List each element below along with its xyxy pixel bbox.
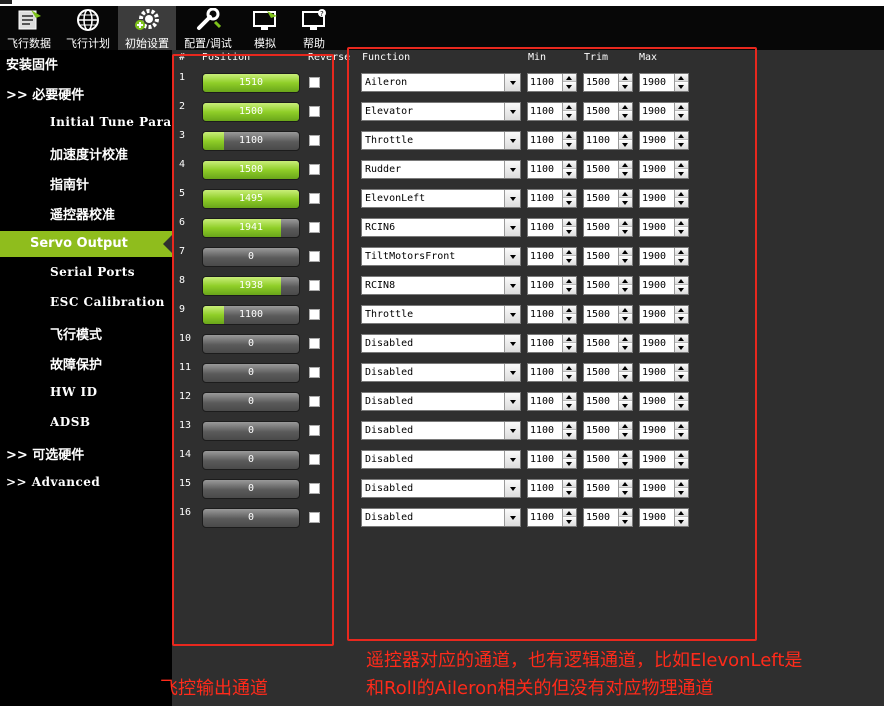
toolbar-config-tuning-button[interactable]: 配置/调试 xyxy=(178,6,238,50)
toolbar-label: 配置/调试 xyxy=(184,37,232,50)
sidebar-item-advanced[interactable]: >> Advanced xyxy=(6,475,178,489)
top-toolbar: 飞行数据 飞行计划 初始设置 配置/调试 模拟 ? 帮助 xyxy=(0,0,884,50)
sidebar-item-optional-hardware[interactable]: >> 可选硬件 xyxy=(6,444,178,463)
flight-plan-globe-icon xyxy=(77,9,99,31)
sidebar-item-mandatory-hardware[interactable]: >> 必要硬件 xyxy=(6,84,178,103)
toolbar-help-button[interactable]: ? 帮助 xyxy=(292,6,336,50)
flight-data-icon xyxy=(18,10,41,30)
annotation-caption-functions-line1: 遥控器对应的通道，也有逻辑通道，比如ElevonLeft是 xyxy=(366,650,803,671)
sidebar-item-install-firmware[interactable]: 安装固件 xyxy=(6,54,178,73)
initial-setup-gear-icon xyxy=(135,9,159,30)
svg-text:?: ? xyxy=(320,10,324,18)
sidebar-item-label: Servo Output xyxy=(30,236,128,251)
toolbar-flight-data-button[interactable]: 飞行数据 xyxy=(0,6,58,50)
simulation-monitor-icon xyxy=(253,11,277,30)
annotation-caption-functions-line2: 和Roll的Aileron相关的但没有对应物理通道 xyxy=(366,678,714,699)
toolbar-label: 模拟 xyxy=(254,37,276,50)
annotation-box-output-channels xyxy=(172,54,334,646)
toolbar-label: 初始设置 xyxy=(125,37,169,50)
annotation-box-rc-functions xyxy=(347,47,757,641)
toolbar-initial-setup-button[interactable]: 初始设置 xyxy=(118,6,176,50)
sidebar-item-initial-tune[interactable]: Initial Tune Parameters xyxy=(50,115,172,129)
selected-indicator xyxy=(163,235,172,253)
toolbar-label: 帮助 xyxy=(303,37,325,50)
toolbar-flight-plan-button[interactable]: 飞行计划 xyxy=(60,6,116,50)
setup-sidebar: 安装固件 >> 必要硬件 Initial Tune Parameters 加速度… xyxy=(0,50,172,706)
annotation-caption-output-channels: 飞控输出通道 xyxy=(160,678,268,699)
toolbar-label: 飞行数据 xyxy=(7,37,51,50)
toolbar-simulation-button[interactable]: 模拟 xyxy=(240,6,290,50)
sidebar-item-servo-output[interactable]: Servo Output xyxy=(0,231,172,257)
config-tuning-wrench-icon xyxy=(197,8,221,30)
toolbar-label: 飞行计划 xyxy=(66,37,110,50)
help-monitor-icon: ? xyxy=(302,9,326,30)
